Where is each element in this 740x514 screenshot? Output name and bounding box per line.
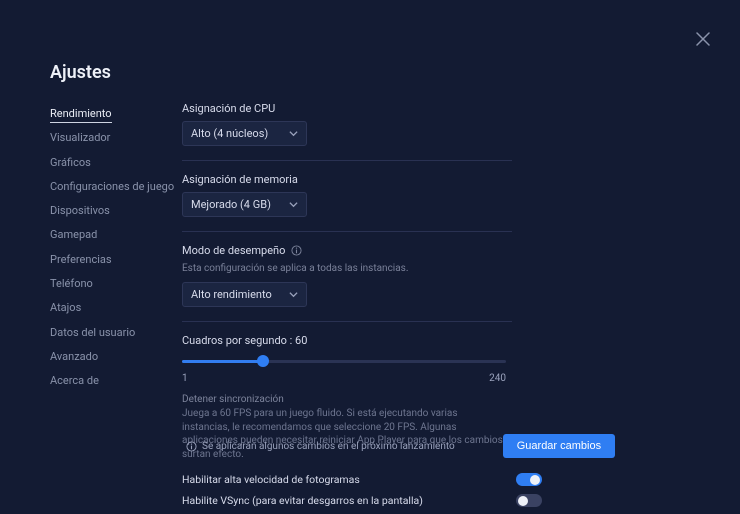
sidebar-item-label: Teléfono [50, 277, 93, 290]
sidebar-item-label: Rendimiento [50, 107, 112, 123]
sidebar-item[interactable]: Avanzado [50, 345, 182, 369]
sidebar-item-label: Configuraciones de juego [50, 180, 174, 193]
chevron-down-icon [289, 200, 298, 209]
fps-slider[interactable] [182, 355, 506, 369]
memory-label: Asignación de memoria [182, 173, 512, 186]
perfmode-label: Modo de desempeño [182, 244, 512, 257]
sidebar-item-label: Atajos [50, 301, 81, 314]
sidebar-item-label: Visualizador [50, 131, 110, 144]
sidebar-item[interactable]: Atajos [50, 296, 182, 320]
fps-max: 240 [489, 373, 506, 384]
memory-select-value: Mejorado (4 GB) [191, 198, 271, 211]
toggle-knob [530, 475, 540, 485]
divider [182, 160, 512, 161]
cpu-select-value: Alto (4 núcleos) [191, 127, 268, 140]
sidebar-item-label: Avanzado [50, 350, 98, 363]
perfmode-select[interactable]: Alto rendimiento [182, 282, 307, 307]
toggle-row: Habilitar alta velocidad de fotogramas [182, 473, 542, 486]
info-icon [186, 441, 197, 452]
cpu-label: Asignación de CPU [182, 102, 512, 115]
chevron-down-icon [289, 129, 298, 138]
divider [182, 231, 512, 232]
save-button[interactable]: Guardar cambios [503, 434, 615, 458]
sidebar-item-label: Gráficos [50, 156, 91, 169]
chevron-down-icon [289, 290, 298, 299]
cpu-select[interactable]: Alto (4 núcleos) [182, 121, 307, 146]
close-icon[interactable] [696, 32, 712, 48]
toggle-label: Habilitar alta velocidad de fotogramas [182, 473, 360, 486]
slider-fill [182, 360, 263, 363]
sidebar-item[interactable]: Dispositivos [50, 199, 182, 223]
sidebar-item-label: Acerca de [50, 374, 99, 387]
sidebar-item[interactable]: Preferencias [50, 248, 182, 272]
sidebar-item[interactable]: Configuraciones de juego [50, 175, 182, 199]
fps-label: Cuadros por segundo : 60 [182, 334, 512, 347]
sidebar-item-label: Preferencias [50, 253, 112, 266]
footer-note: Se aplicarán algunos cambios en el próxi… [186, 441, 455, 452]
perfmode-label-text: Modo de desempeño [182, 244, 285, 257]
perfmode-sub: Esta configuración se aplica a todas las… [182, 263, 512, 274]
sync-title: Detener sincronización [182, 394, 512, 405]
sidebar-item[interactable]: Visualizador [50, 126, 182, 150]
toggle-switch[interactable] [516, 494, 542, 507]
divider [182, 321, 512, 322]
sidebar-item[interactable]: Gamepad [50, 223, 182, 247]
toggle-row: Habilite VSync (para evitar desgarros en… [182, 494, 542, 507]
toggle-knob [518, 496, 528, 506]
slider-thumb[interactable] [257, 355, 269, 367]
sidebar-item[interactable]: Acerca de [50, 369, 182, 393]
sidebar-item-label: Gamepad [50, 228, 97, 241]
sidebar-item-label: Datos del usuario [50, 326, 135, 339]
footer-note-text: Se aplicarán algunos cambios en el próxi… [202, 441, 455, 452]
page-title: Ajustes [50, 62, 111, 83]
sidebar: Rendimiento Visualizador Gráficos Configura… [50, 102, 182, 514]
info-icon[interactable] [291, 245, 302, 256]
fps-min: 1 [182, 373, 188, 384]
sidebar-item[interactable]: Gráficos [50, 151, 182, 175]
memory-select[interactable]: Mejorado (4 GB) [182, 192, 307, 217]
sidebar-item[interactable]: Teléfono [50, 272, 182, 296]
perfmode-select-value: Alto rendimiento [191, 288, 272, 301]
toggle-label: Habilite VSync (para evitar desgarros en… [182, 494, 423, 507]
sidebar-item[interactable]: Rendimiento [50, 102, 182, 126]
sidebar-item-label: Dispositivos [50, 204, 110, 217]
toggle-switch[interactable] [516, 473, 542, 486]
sidebar-item[interactable]: Datos del usuario [50, 321, 182, 345]
